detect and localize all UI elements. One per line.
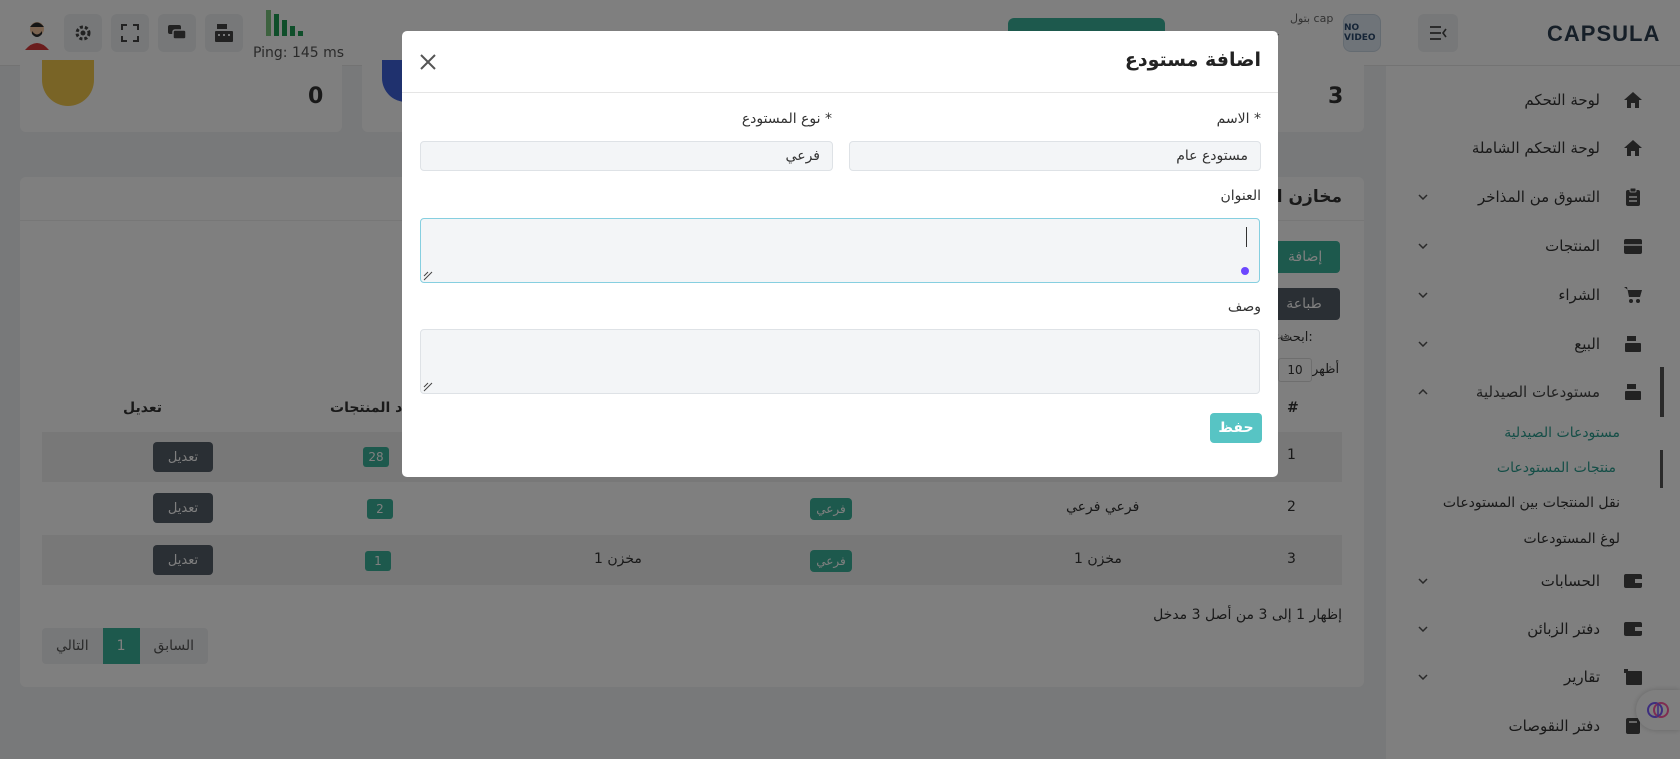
resize-handle-icon[interactable]: [423, 271, 433, 281]
text-caret: [1246, 227, 1247, 247]
type-label: نوع المستودع *: [741, 111, 832, 127]
save-button[interactable]: حفظ: [1210, 413, 1262, 443]
description-textarea[interactable]: [420, 329, 1260, 394]
close-button[interactable]: [414, 48, 442, 76]
name-field[interactable]: مستودع عام: [849, 141, 1261, 171]
close-icon: [420, 54, 436, 70]
type-select[interactable]: فرعي: [420, 141, 833, 171]
description-label: وصف: [1227, 299, 1261, 315]
address-label: العنوان: [1220, 188, 1261, 204]
grammar-dot-icon: [1241, 267, 1249, 275]
address-textarea[interactable]: [420, 218, 1260, 283]
modal-header: اضافة مستودع: [402, 31, 1278, 93]
name-label: الاسم *: [1216, 111, 1261, 127]
resize-handle-icon[interactable]: [423, 382, 433, 392]
add-warehouse-modal: اضافة مستودع الاسم * نوع المستودع * مستو…: [402, 31, 1278, 477]
modal-title: اضافة مستودع: [1124, 49, 1261, 71]
